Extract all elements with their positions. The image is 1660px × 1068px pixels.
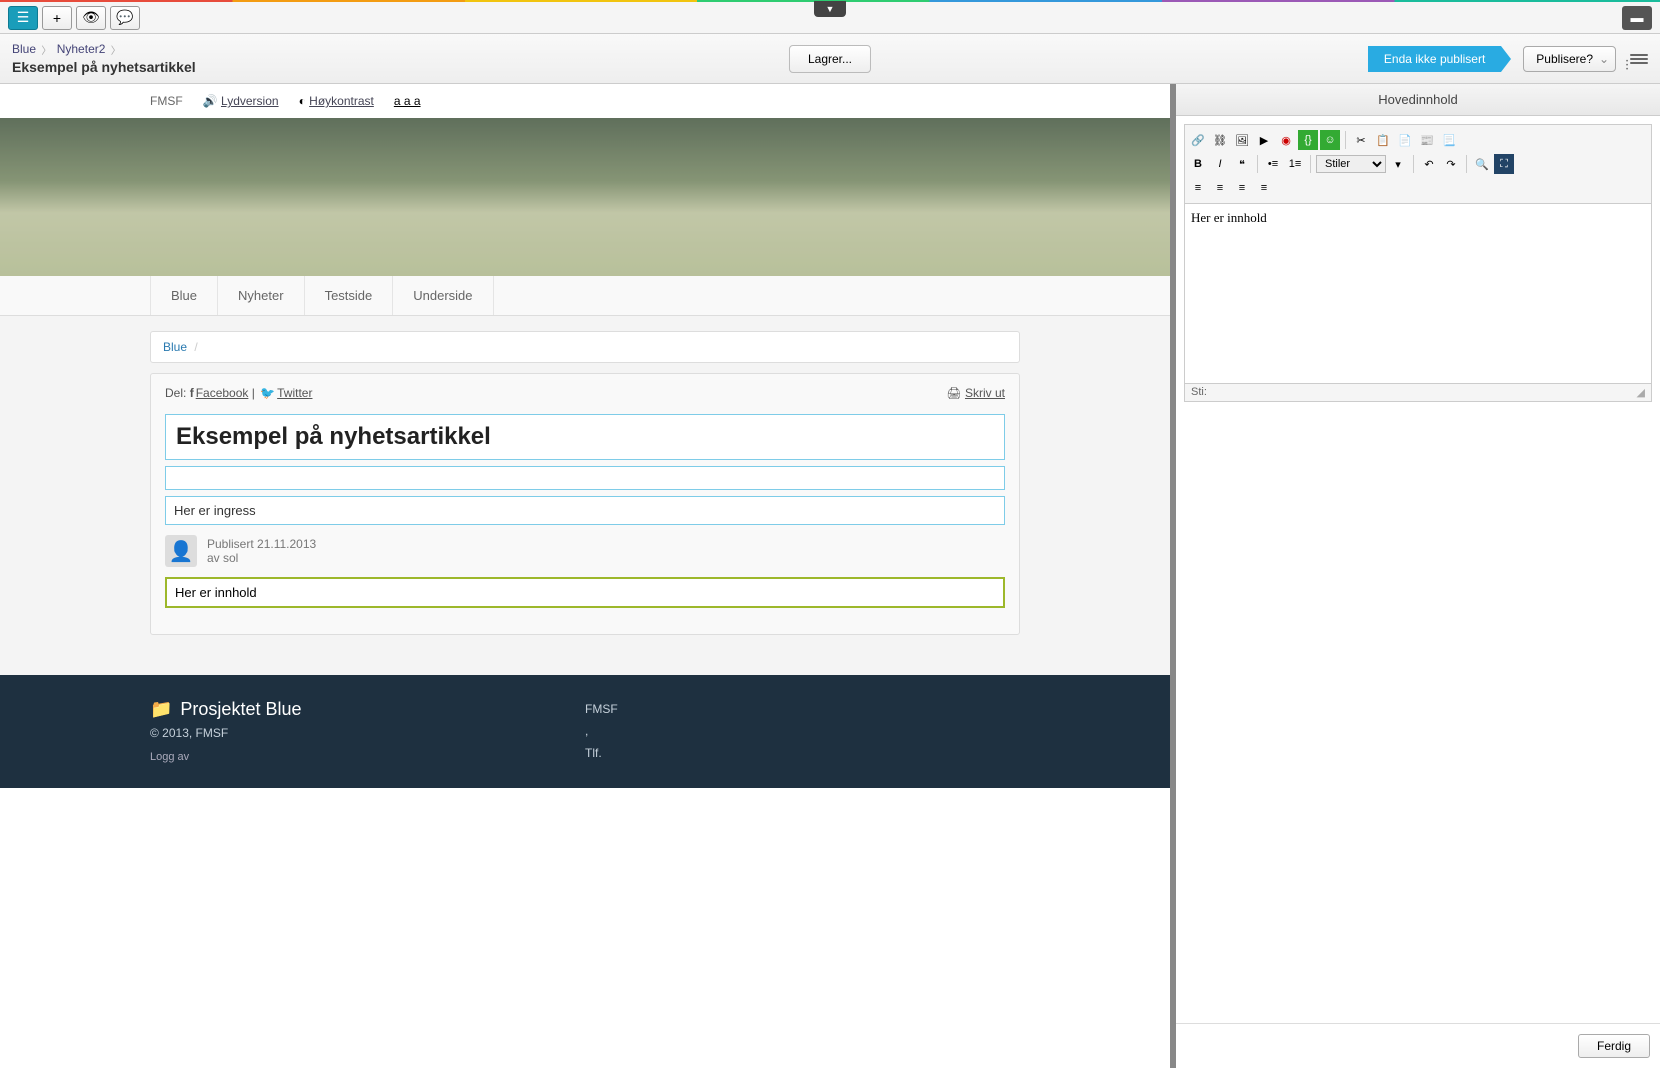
emoji-icon[interactable]: ☺ (1320, 130, 1340, 150)
person-icon: 👤 (169, 539, 194, 564)
ul-icon[interactable]: •≡ (1263, 154, 1283, 174)
eye-icon: 👁 (82, 9, 100, 26)
footer-comma: , (585, 721, 1020, 743)
textsize-control[interactable]: a a a (394, 94, 421, 108)
tree-icon: ☰ (17, 9, 30, 26)
breadcrumb-root[interactable]: Blue (12, 42, 36, 56)
avatar: 👤 (165, 535, 197, 567)
ol-icon[interactable]: 1≡ (1285, 154, 1305, 174)
search-icon[interactable]: 🔍 (1472, 154, 1492, 174)
styles-dropdown[interactable]: Stiler (1316, 155, 1386, 173)
share-facebook[interactable]: Facebook (196, 386, 249, 400)
article-title-field[interactable]: Eksempel på nyhetsartikkel (165, 414, 1005, 460)
nav-item-blue[interactable]: Blue (150, 276, 218, 315)
italic-icon[interactable]: I (1210, 154, 1230, 174)
site-footer: 📁 Prosjektet Blue © 2013, FMSF Logg av F… (0, 675, 1170, 788)
contrast-icon: ◐ (299, 94, 306, 108)
align-right-icon[interactable]: ≡ (1232, 178, 1252, 198)
nav-item-nyheter[interactable]: Nyheter (218, 276, 305, 315)
editor-path: Sti: ◢ (1184, 384, 1652, 402)
folder-icon: 📁 (150, 699, 172, 720)
site-topbar: FMSF 🔊 Lydversion ◐ Høykontrast a a a (0, 84, 1170, 118)
editor-toolbar: 🔗 ⛓ 🖼 ▶ ◉ {} ☺ ✂ 📋 📄 📰 📃 B I (1184, 124, 1652, 204)
paste-text-icon[interactable]: 📃 (1439, 130, 1459, 150)
styles-expand-icon[interactable]: ▾ (1388, 154, 1408, 174)
article-meta: 👤 Publisert 21.11.2013 av sol (165, 535, 1005, 567)
footer-project: 📁 Prosjektet Blue (150, 699, 585, 720)
bold-icon[interactable]: B (1188, 154, 1208, 174)
resize-handle-icon[interactable]: ◢ (1637, 386, 1645, 399)
contrast-link[interactable]: ◐ Høykontrast (299, 94, 374, 108)
media-icon[interactable]: ▶ (1254, 130, 1274, 150)
chat-button[interactable]: 💬 (110, 6, 140, 30)
twitter-icon: 🐦 (260, 386, 275, 400)
fullscreen-icon[interactable]: ⛶ (1494, 154, 1514, 174)
add-button[interactable]: + (42, 6, 72, 30)
footer-tlf: Tlf. (585, 743, 1020, 765)
saving-status: Lagrer... (789, 45, 871, 73)
site-fmsf: FMSF (150, 94, 183, 108)
article-ingress-field[interactable]: Her er ingress (165, 496, 1005, 525)
copy-icon[interactable]: 📋 (1373, 130, 1393, 150)
folder-icon: ▬ (1631, 10, 1644, 25)
undo-icon[interactable]: ↶ (1419, 154, 1439, 174)
align-justify-icon[interactable]: ≡ (1254, 178, 1274, 198)
center-dropdown[interactable]: ▼ (814, 1, 846, 17)
nav-item-testside[interactable]: Testside (305, 276, 394, 315)
print-icon: 🖨 (946, 386, 961, 400)
chat-icon: 💬 (116, 9, 133, 26)
align-left-icon[interactable]: ≡ (1188, 178, 1208, 198)
unlink-icon[interactable]: ⛓ (1210, 130, 1230, 150)
paste-word-icon[interactable]: 📰 (1417, 130, 1437, 150)
code-icon[interactable]: {} (1298, 130, 1318, 150)
folder-button[interactable]: ▬ (1622, 6, 1652, 30)
main-nav: Blue Nyheter Testside Underside (0, 276, 1170, 316)
done-button[interactable]: Ferdig (1578, 1034, 1650, 1058)
cut-icon[interactable]: ✂ (1351, 130, 1371, 150)
inner-breadcrumb: Blue / (150, 331, 1020, 363)
plus-icon: + (53, 10, 61, 26)
article-subtitle-field[interactable] (165, 466, 1005, 490)
editor-textarea[interactable]: Her er innhold (1184, 204, 1652, 384)
breadcrumb: Blue 〉 Nyheter2 〉 (12, 42, 196, 57)
facebook-icon: f (190, 386, 194, 400)
share-row: Del: f Facebook | 🐦 Twitter 🖨 Skriv ut (165, 386, 1005, 400)
publish-state-badge: Enda ikke publisert (1368, 46, 1501, 72)
share-label: Del: (165, 386, 186, 400)
align-center-icon[interactable]: ≡ (1210, 178, 1230, 198)
author-name: av sol (207, 551, 316, 565)
share-twitter[interactable]: Twitter (277, 386, 312, 400)
article-body-field[interactable]: Her er innhold (165, 577, 1005, 608)
chevron-down-icon: ▼ (826, 4, 835, 14)
breadcrumb-bar: Blue 〉 Nyheter2 〉 Eksempel på nyhetsarti… (0, 34, 1660, 84)
preview-button[interactable]: 👁 (76, 6, 106, 30)
flash-icon[interactable]: ◉ (1276, 130, 1296, 150)
breadcrumb-section[interactable]: Nyheter2 (57, 42, 106, 56)
tree-button[interactable]: ☰ (8, 6, 38, 30)
options-menu-icon[interactable] (1630, 54, 1648, 64)
quote-icon[interactable]: ❝ (1232, 154, 1252, 174)
footer-copyright: © 2013, FMSF (150, 726, 585, 740)
audio-link[interactable]: 🔊 Lydversion (203, 94, 279, 108)
nav-item-underside[interactable]: Underside (393, 276, 493, 315)
page-title: Eksempel på nyhetsartikkel (12, 59, 196, 75)
redo-icon[interactable]: ↷ (1441, 154, 1461, 174)
publish-dropdown[interactable]: Publisere? (1523, 46, 1616, 72)
hero-image (0, 118, 1170, 276)
editor-header: Hovedinnhold (1176, 84, 1660, 116)
editor-pane: Hovedinnhold 🔗 ⛓ 🖼 ▶ ◉ {} ☺ ✂ 📋 📄 📰 📃 (1170, 84, 1660, 1068)
top-toolbar: ☰ + 👁 💬 ▼ ▬ (0, 2, 1660, 34)
speaker-icon: 🔊 (203, 94, 218, 108)
paste-icon[interactable]: 📄 (1395, 130, 1415, 150)
image-icon[interactable]: 🖼 (1232, 130, 1252, 150)
article-box: Del: f Facebook | 🐦 Twitter 🖨 Skriv ut E… (150, 373, 1020, 635)
published-date: Publisert 21.11.2013 (207, 537, 316, 551)
link-icon[interactable]: 🔗 (1188, 130, 1208, 150)
preview-pane: FMSF 🔊 Lydversion ◐ Høykontrast a a a Bl… (0, 84, 1170, 1068)
inner-breadcrumb-root[interactable]: Blue (163, 340, 187, 354)
print-link[interactable]: 🖨 Skriv ut (946, 386, 1005, 400)
logoff-link[interactable]: Logg av (150, 751, 189, 763)
footer-fmsf: FMSF (585, 699, 1020, 721)
